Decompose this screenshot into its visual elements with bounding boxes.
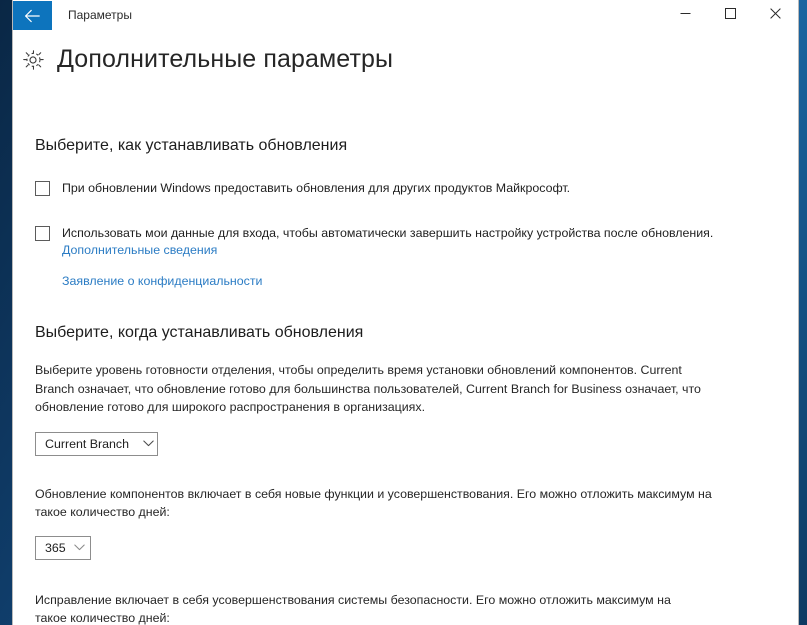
back-arrow-icon — [24, 9, 41, 23]
section-install-how: Выберите, как устанавливать обновления П… — [35, 137, 755, 290]
page-header: Дополнительные параметры — [13, 31, 798, 74]
window-title-bar: Параметры — [13, 0, 798, 31]
checkbox-row-other-products[interactable]: При обновлении Windows предоставить обно… — [35, 180, 755, 196]
chevron-down-icon — [74, 544, 85, 551]
minimize-button[interactable] — [663, 0, 708, 30]
branch-readiness-description: Выберите уровень готовности отделения, ч… — [35, 363, 701, 414]
chevron-down-icon — [143, 440, 154, 447]
maximize-icon — [725, 8, 736, 22]
gear-icon — [22, 49, 44, 71]
branch-readiness-select[interactable]: Current Branch — [35, 431, 158, 456]
feature-defer-days-value: 365 — [45, 540, 66, 555]
settings-window: Параметры Дополнительные параметры Выбер… — [12, 0, 799, 625]
checkbox-row-signin-info[interactable]: Использовать мои данные для входа, чтобы… — [35, 225, 755, 290]
quality-defer-description: Исправление включает в себя усовершенств… — [35, 592, 671, 625]
checkbox-other-products-label: При обновлении Windows предоставить обно… — [62, 181, 571, 195]
checkbox-signin-info-label: Использовать мои данные для входа, чтобы… — [62, 226, 714, 240]
window-title: Параметры — [68, 8, 132, 22]
window-caption-buttons — [663, 0, 798, 30]
feature-defer-description: Обновление компонентов включает в себя н… — [35, 486, 712, 520]
maximize-button[interactable] — [708, 0, 753, 30]
close-button[interactable] — [753, 0, 798, 30]
branch-readiness-select-value: Current Branch — [45, 436, 130, 451]
link-more-info[interactable]: Дополнительные сведения — [62, 243, 217, 257]
minimize-icon — [680, 8, 691, 22]
back-button[interactable] — [13, 1, 52, 30]
section-install-when-heading: Выберите, когда устанавливать обновления — [35, 324, 364, 341]
link-privacy-statement[interactable]: Заявление о конфиденциальности — [62, 274, 262, 288]
checkbox-other-products[interactable] — [35, 181, 50, 196]
settings-content-pane: Дополнительные параметры Выберите, как у… — [13, 31, 798, 625]
feature-defer-days-select[interactable]: 365 — [35, 535, 91, 560]
page-title: Дополнительные параметры — [57, 45, 394, 73]
checkbox-signin-info[interactable] — [35, 226, 50, 241]
close-icon — [770, 8, 781, 22]
section-install-when: Выберите, когда устанавливать обновления… — [35, 324, 735, 625]
section-install-how-heading: Выберите, как устанавливать обновления — [35, 137, 348, 154]
